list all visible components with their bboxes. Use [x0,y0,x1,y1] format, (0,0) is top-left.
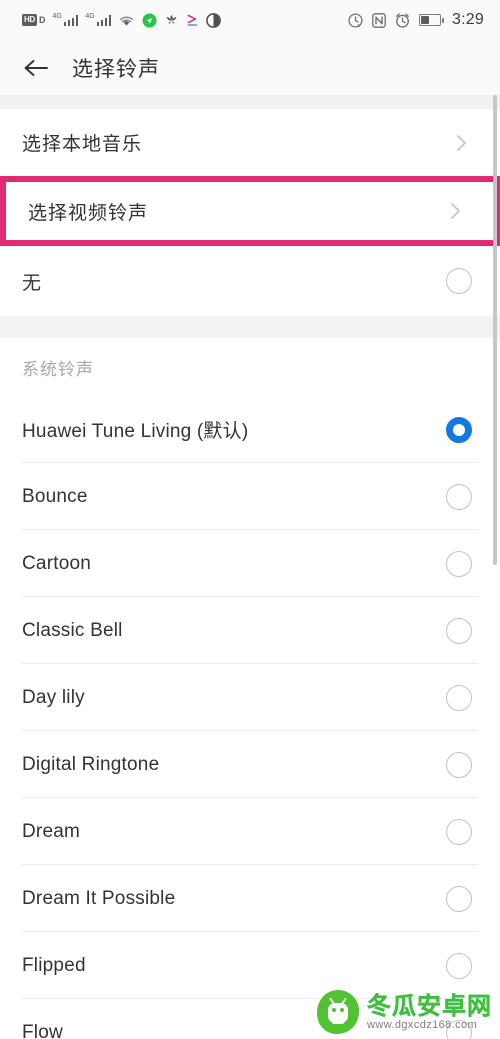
hd-voice-icon: HD D [22,14,45,26]
radio-ringtone-selected[interactable] [446,416,472,443]
scrollbar-thumb[interactable] [493,95,497,565]
row-ringtone-day-lily[interactable]: Day lily [0,664,500,731]
scrollbar-track[interactable] [493,95,497,1039]
section-header-system-ringtones: 系统铃声 [0,338,500,396]
nfc-icon [372,12,386,28]
battery-fill [421,16,429,24]
row-ringtone-digital-ringtone[interactable]: Digital Ringtone [0,731,500,798]
wifi-icon [120,15,134,26]
row-label: Dream It Possible [22,887,176,909]
radio-ringtone[interactable] [446,818,472,845]
row-label: 选择本地音乐 [22,133,143,155]
hd-badge-sub: D [38,14,46,25]
row-select-local-music[interactable]: 选择本地音乐 [0,109,500,176]
highlight-annotation-box: 选择视频铃声 [0,176,500,246]
signal-4g-sim2-icon: 4G [85,13,112,26]
row-label: Dream [22,820,81,842]
page-title: 选择铃声 [72,56,160,81]
top-gap-strip [0,95,500,109]
row-label: Digital Ringtone [22,753,160,775]
huawei-petal-icon [166,15,177,24]
hd-badge-label: HD [22,14,37,26]
row-label: Day lily [22,686,85,708]
chevron-right-icon [444,200,466,222]
row-label: Flow [22,1021,63,1039]
radio-ringtone[interactable] [446,885,472,912]
row-label: 无 [22,271,43,294]
sim2-network-label: 4G [85,13,95,20]
radio-ringtone[interactable] [446,952,472,979]
battery-icon [419,14,445,26]
back-arrow-icon[interactable] [22,54,50,82]
phone-screen: HD D 4G 4G 3:29 选择铃声 选择本地音乐 选择视频铃声 无 系统铃… [0,0,500,1039]
row-none-ringtone[interactable]: 无 [0,246,500,316]
row-label: Cartoon [22,552,91,574]
row-select-video-ringtone[interactable]: 选择视频铃声 [6,182,494,240]
radio-ringtone[interactable] [446,483,472,510]
row-label: Huawei Tune Living (默认) [22,421,249,442]
vpn-arrow-icon [187,14,198,26]
row-ringtone-classic-bell[interactable]: Classic Bell [0,597,500,664]
row-ringtone-dream-it-possible[interactable]: Dream It Possible [0,865,500,932]
row-ringtone-flow[interactable]: Flow [0,999,500,1039]
row-label: 选择视频铃声 [28,201,149,224]
alarm-icon [396,13,409,28]
sim1-network-label: 4G [52,13,62,20]
status-bar-right-icons: 3:29 [348,0,484,40]
status-bar: HD D 4G 4G 3:29 [0,0,500,40]
signal-4g-sim1-icon: 4G [52,13,79,26]
row-label: Classic Bell [22,619,123,641]
radio-none[interactable] [446,268,472,294]
location-green-icon [142,13,157,27]
section-gap [0,316,500,338]
row-ringtone-bounce[interactable]: Bounce [0,463,500,530]
row-ringtone-dream[interactable]: Dream [0,798,500,865]
app-bar: 选择铃声 [0,40,500,95]
row-ringtone-cartoon[interactable]: Cartoon [0,530,500,597]
alarm-running-icon [348,12,363,28]
radio-ringtone[interactable] [446,684,472,711]
row-label: Flipped [22,954,86,976]
status-bar-clock: 3:29 [452,11,484,28]
row-ringtone-flipped[interactable]: Flipped [0,932,500,999]
contrast-icon [206,12,222,28]
status-bar-left-icons: HD D 4G 4G [22,12,222,28]
row-label: Bounce [22,485,88,507]
radio-ringtone[interactable] [446,617,472,644]
chevron-right-icon [450,132,472,154]
radio-ringtone[interactable] [446,1019,472,1039]
radio-ringtone[interactable] [446,550,472,577]
sim2-signal-bars [96,14,112,26]
row-ringtone-huawei-tune-living[interactable]: Huawei Tune Living (默认) [0,396,500,463]
sim1-signal-bars [63,14,79,26]
settings-list: 选择本地音乐 选择视频铃声 无 系统铃声 Huawei Tune Living … [0,95,500,1039]
radio-ringtone[interactable] [446,751,472,778]
